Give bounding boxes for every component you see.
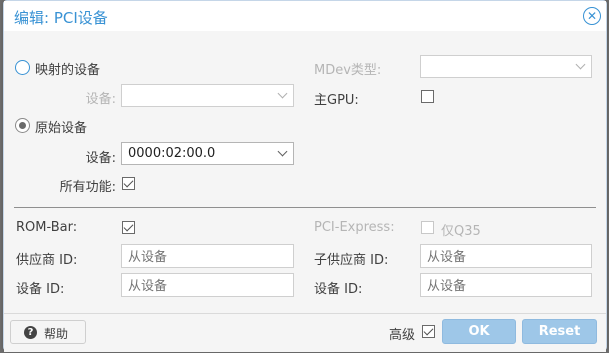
q35-only-label: 仅Q35 bbox=[441, 224, 481, 239]
help-label: 帮助 bbox=[44, 327, 69, 341]
subvendor-id-input[interactable] bbox=[420, 244, 592, 268]
raw-device-value: 0000:02:00.0 bbox=[128, 146, 216, 161]
vendor-id-input[interactable] bbox=[121, 244, 294, 268]
mdev-type-label: MDev类型: bbox=[314, 63, 382, 78]
subdevice-id-input[interactable] bbox=[420, 273, 592, 297]
ok-button[interactable]: OK bbox=[442, 319, 516, 344]
chevron-down-icon bbox=[575, 59, 586, 70]
rombar-label: ROM-Bar: bbox=[16, 220, 78, 235]
dialog-titlebar: 编辑: PCI设备 ✕ bbox=[4, 1, 606, 31]
primary-gpu-label: 主GPU: bbox=[314, 93, 359, 108]
close-icon[interactable]: ✕ bbox=[583, 7, 601, 25]
mapped-device-label: 映射的设备 bbox=[35, 63, 101, 78]
raw-device-field-label: 设备: bbox=[85, 151, 116, 166]
dialog-footer: ? 帮助 高级 OK Reset bbox=[4, 313, 606, 352]
device-id-input[interactable] bbox=[121, 273, 294, 297]
subvendor-id-label: 子供应商 ID: bbox=[314, 253, 389, 268]
dialog-body: 映射的设备 设备: MDev类型: 主GPU: 原始设备 设备: 0000:02… bbox=[4, 31, 606, 313]
advanced-checkbox[interactable] bbox=[422, 325, 435, 338]
raw-device-radio[interactable] bbox=[15, 118, 30, 133]
mapped-device-radio[interactable] bbox=[15, 60, 30, 75]
all-functions-label: 所有功能: bbox=[59, 180, 116, 195]
raw-device-combo[interactable]: 0000:02:00.0 bbox=[121, 142, 294, 165]
vendor-id-label: 供应商 ID: bbox=[16, 253, 78, 268]
edit-pci-dialog: 编辑: PCI设备 ✕ 映射的设备 设备: MDev类型: 主GPU: 原始设备… bbox=[3, 0, 607, 352]
section-divider bbox=[14, 207, 596, 208]
subdevice-id-label: 设备 ID: bbox=[314, 282, 363, 297]
mapped-device-field-label: 设备: bbox=[85, 92, 116, 107]
mapped-device-combo bbox=[121, 84, 294, 107]
device-id-label: 设备 ID: bbox=[16, 282, 65, 297]
reset-button[interactable]: Reset bbox=[522, 319, 597, 344]
advanced-label: 高级 bbox=[389, 328, 416, 343]
pcie-label: PCI-Express: bbox=[314, 220, 395, 235]
all-functions-checkbox[interactable] bbox=[122, 177, 135, 190]
dialog-title: 编辑: PCI设备 bbox=[14, 9, 108, 27]
raw-device-label: 原始设备 bbox=[35, 121, 88, 136]
chevron-down-icon[interactable] bbox=[277, 146, 288, 157]
chevron-down-icon bbox=[277, 88, 288, 99]
primary-gpu-checkbox[interactable] bbox=[421, 90, 434, 103]
rombar-checkbox[interactable] bbox=[122, 221, 135, 234]
mdev-type-combo bbox=[420, 55, 592, 78]
pcie-checkbox bbox=[421, 221, 434, 234]
help-button[interactable]: ? 帮助 bbox=[10, 320, 86, 344]
question-icon: ? bbox=[24, 326, 37, 339]
